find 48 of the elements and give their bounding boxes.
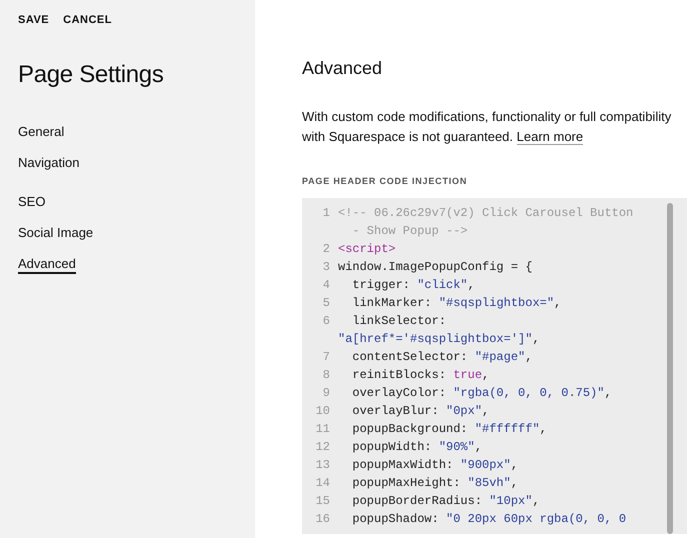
- line-number: 8: [322, 367, 330, 384]
- code-line: trigger: "click",: [351, 277, 475, 294]
- code-line: linkSelector:: [351, 313, 446, 330]
- sidebar-item[interactable]: General: [18, 122, 64, 142]
- sidebar-item[interactable]: Advanced: [18, 254, 76, 274]
- sidebar-item[interactable]: Social Image: [18, 224, 94, 242]
- line-number: 6: [322, 313, 330, 330]
- code-line: contentSelector: "#page",: [351, 349, 532, 366]
- code-line: popupMaxHeight: "85vh",: [351, 475, 518, 492]
- line-number: 10: [314, 403, 330, 420]
- code-line: popupShadow: "0 20px 60px rgba(0, 0, 0: [351, 511, 626, 528]
- description-text: With custom code modifications, functionality or full compatibility with Squarespace is not guaranteed. Learn more: [302, 108, 672, 147]
- sidebar-item[interactable]: Navigation: [18, 154, 80, 172]
- line-number: 12: [314, 439, 330, 456]
- cancel-button[interactable]: CANCEL: [63, 12, 112, 28]
- code-line: popupBackground: "#ffffff",: [351, 421, 547, 438]
- code-line: - Show Popup -->: [351, 223, 468, 240]
- line-number: 14: [314, 475, 330, 492]
- code-line: linkMarker: "#sqsplightbox=",: [351, 295, 562, 312]
- code-line: overlayColor: "rgba(0, 0, 0, 0.75)",: [351, 385, 612, 402]
- line-number: 2: [322, 241, 330, 258]
- line-number: 1: [322, 205, 330, 222]
- line-number: 16: [314, 511, 330, 528]
- line-number: 11: [314, 421, 330, 438]
- save-button[interactable]: SAVE: [18, 12, 50, 28]
- line-number: 3: [322, 259, 330, 276]
- field-label: PAGE HEADER CODE INJECTION: [302, 174, 468, 188]
- sidebar-item[interactable]: SEO: [18, 192, 46, 212]
- code-line: overlayBlur: "0px",: [351, 403, 490, 420]
- code-line: popupBorderRadius: "10px",: [351, 493, 540, 510]
- code-line: popupMaxWidth: "900px",: [351, 457, 518, 474]
- section-heading: Advanced: [302, 58, 384, 80]
- line-number: 7: [322, 349, 330, 366]
- line-number: 15: [314, 493, 330, 510]
- line-number: 5: [322, 295, 330, 312]
- learn-more-link[interactable]: Learn more: [516, 128, 584, 145]
- code-line: reinitBlocks: true,: [351, 367, 490, 384]
- code-line: "a[href*='#sqsplightbox=']",: [338, 331, 540, 348]
- code-line: popupWidth: "90%",: [351, 439, 482, 456]
- code-line: <!-- 06.26c29v7(v2) Click Carousel Button: [338, 205, 634, 222]
- line-number: 13: [314, 457, 330, 474]
- line-number: 9: [322, 385, 330, 402]
- page-title: Page Settings: [18, 60, 165, 90]
- code-editor[interactable]: [302, 198, 687, 534]
- scrollbar[interactable]: [667, 203, 673, 534]
- code-line: window.ImagePopupConfig = {: [338, 259, 532, 276]
- code-line: <script>: [338, 241, 396, 258]
- line-number: 4: [322, 277, 330, 294]
